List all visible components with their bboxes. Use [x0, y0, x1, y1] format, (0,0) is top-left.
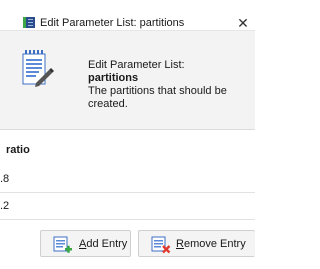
- header-line-1: Edit Parameter List:: [88, 59, 185, 71]
- remove-entry-mnemonic: R: [176, 238, 184, 250]
- add-entry-icon: [53, 236, 72, 253]
- window-title: Edit Parameter List: partitions: [40, 17, 185, 29]
- document-edit-icon: [22, 50, 54, 87]
- add-entry-label: Add Entry: [79, 238, 127, 251]
- title-bar: Edit Parameter List: partitions ✕: [0, 0, 255, 31]
- column-header-ratio[interactable]: ratio: [6, 144, 30, 156]
- column-header-row: ratio: [0, 132, 255, 167]
- header-description: Edit Parameter List: partitions The part…: [88, 59, 252, 111]
- remove-entry-icon: [151, 236, 171, 254]
- header-panel: Edit Parameter List: partitions The part…: [0, 31, 255, 130]
- table-row[interactable]: .8: [0, 166, 255, 193]
- add-entry-button[interactable]: Add Entry: [40, 230, 131, 257]
- ratio-cell[interactable]: .2: [0, 200, 9, 213]
- app-icon: [23, 17, 35, 28]
- close-icon: ✕: [237, 15, 249, 31]
- header-line-4: created.: [88, 98, 128, 110]
- remove-entry-label-rest: emove Entry: [183, 238, 246, 250]
- table-row[interactable]: .2: [0, 193, 255, 220]
- remove-entry-button[interactable]: Remove Entry: [138, 230, 255, 257]
- edit-parameter-list-dialog: Edit Parameter List: partitions ✕ Edit P…: [0, 0, 255, 269]
- parameter-name: partitions: [88, 72, 139, 84]
- remove-entry-label: Remove Entry: [176, 238, 246, 251]
- close-button[interactable]: ✕: [234, 14, 252, 32]
- header-line-3: The partitions that should be: [88, 85, 227, 97]
- ratio-cell[interactable]: .8: [0, 173, 9, 186]
- add-entry-label-rest: dd Entry: [86, 238, 128, 250]
